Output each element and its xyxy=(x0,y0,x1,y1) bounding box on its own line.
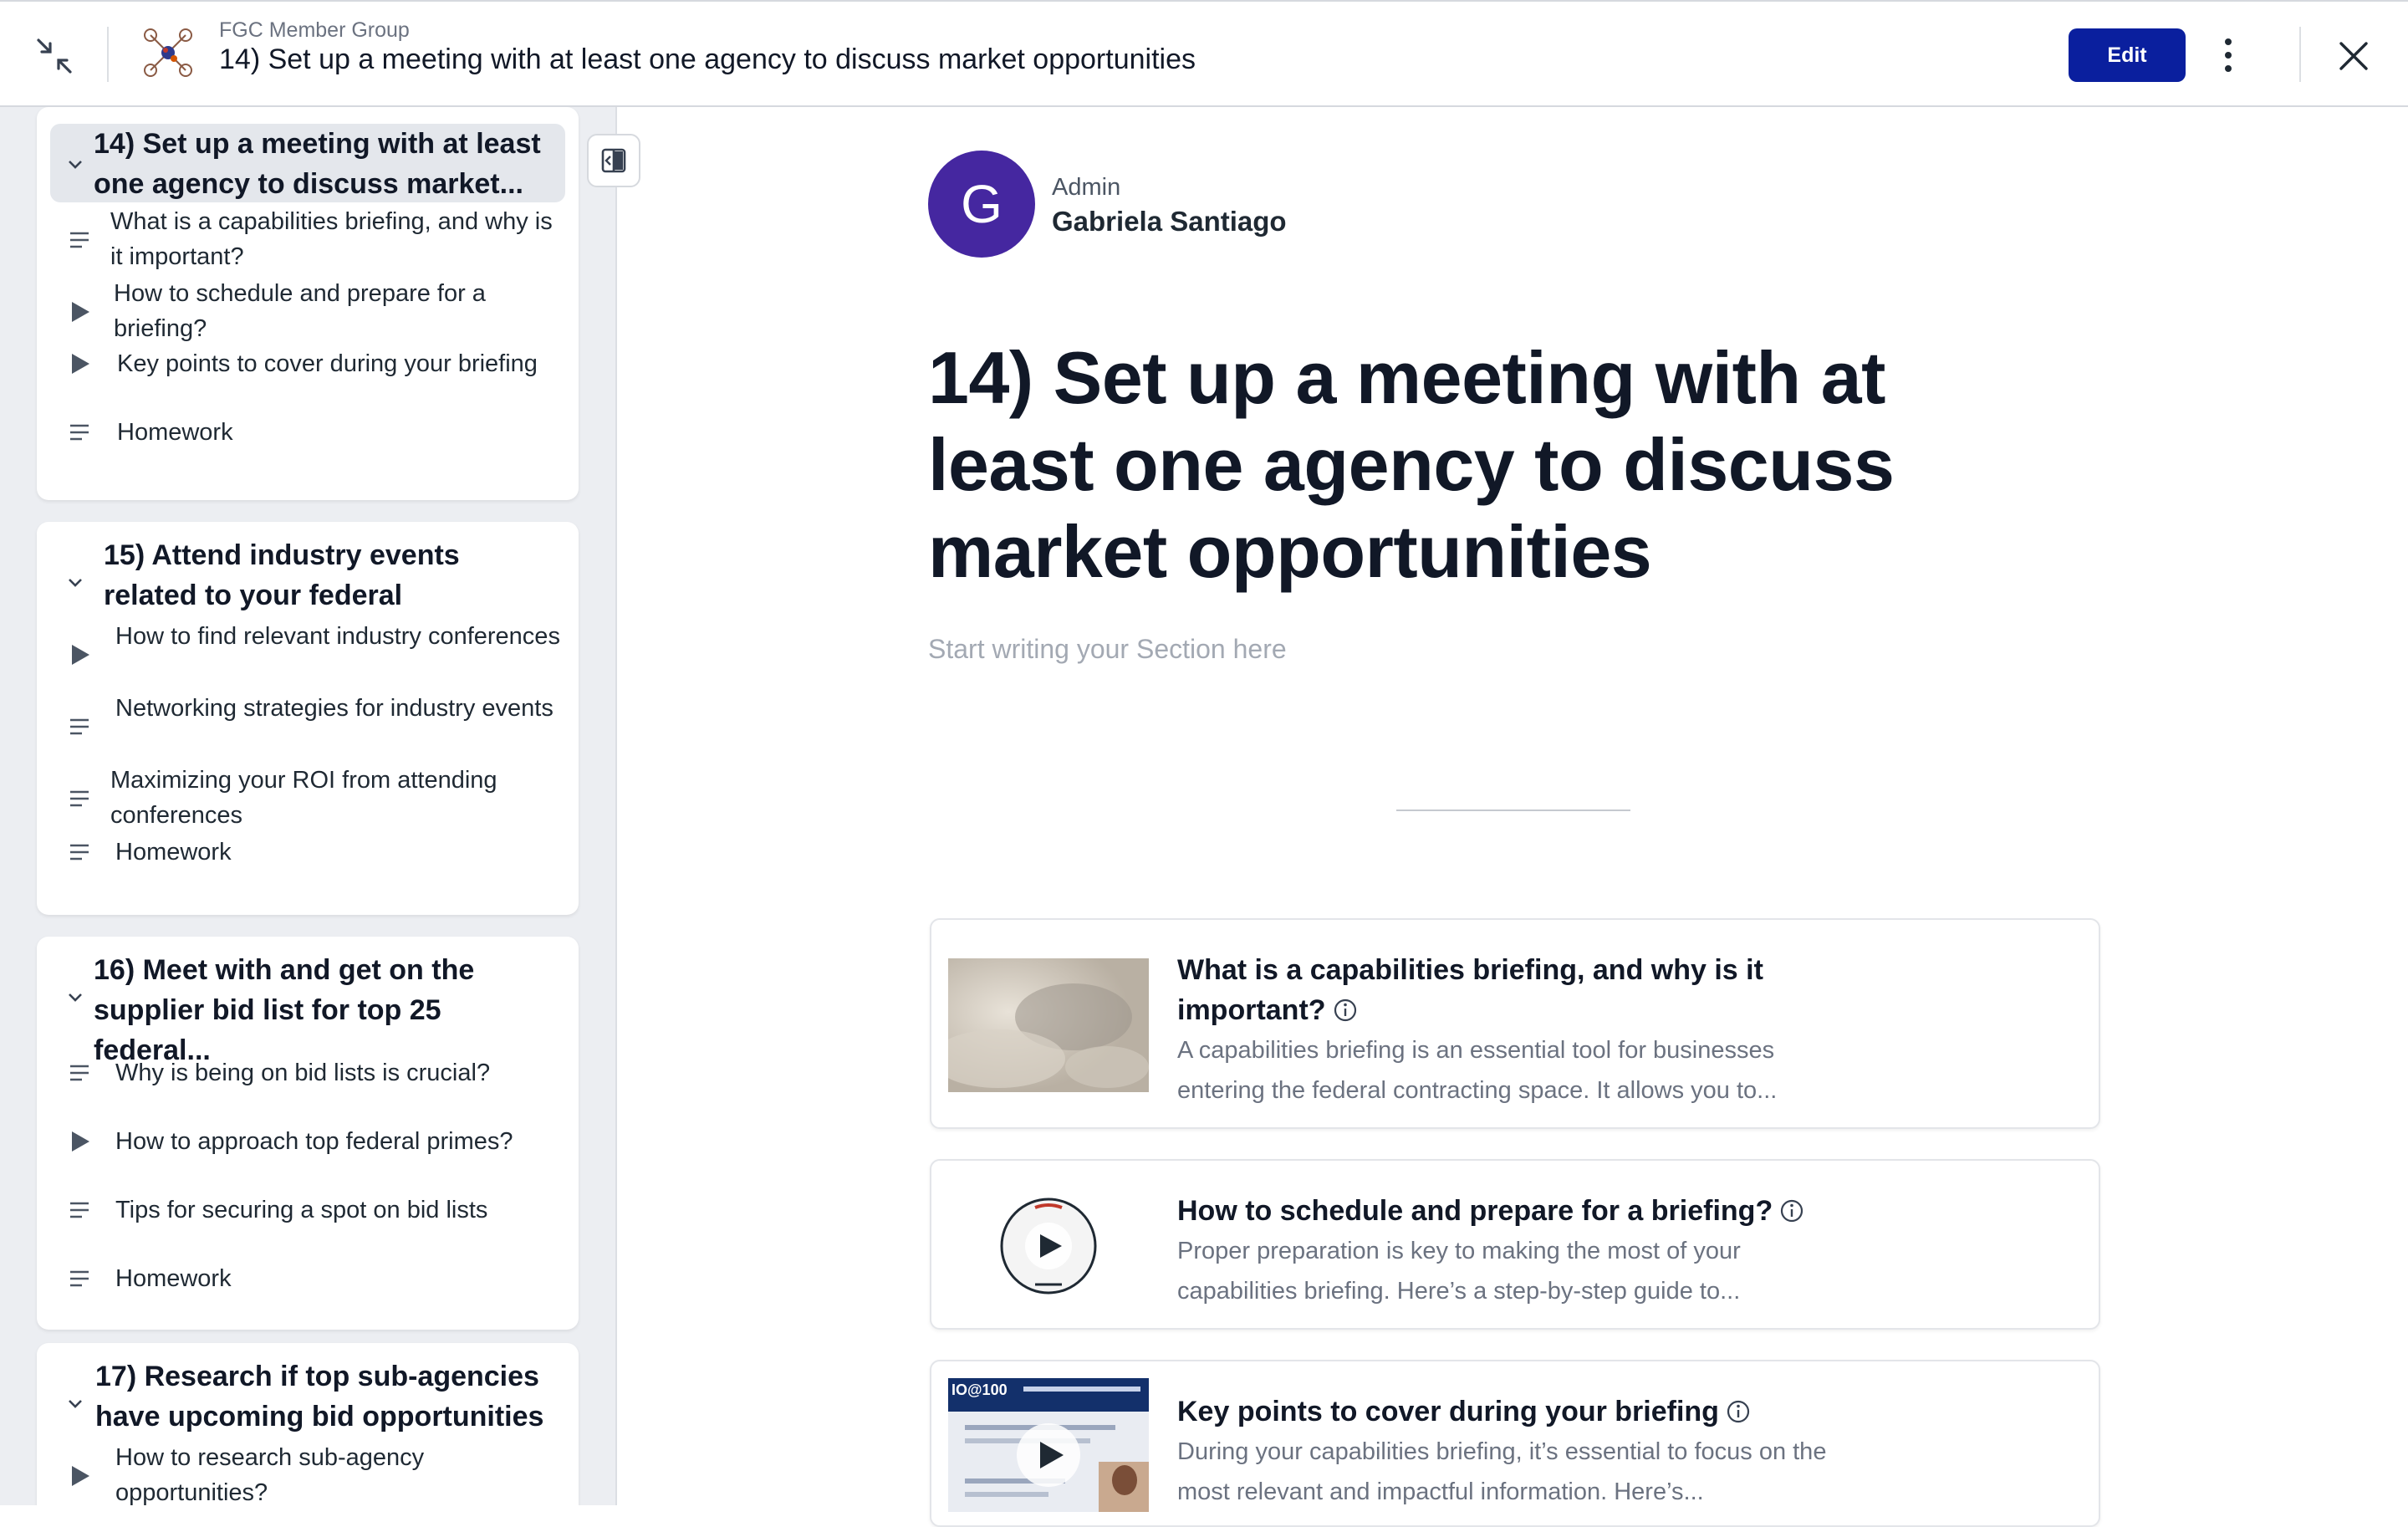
info-icon[interactable] xyxy=(1333,998,1358,1023)
group-name: FGC Member Group xyxy=(219,18,410,42)
content-divider xyxy=(1396,809,1630,811)
edit-button[interactable]: Edit xyxy=(2069,28,2186,82)
text-lines-icon xyxy=(70,1202,89,1218)
play-icon xyxy=(72,1466,89,1486)
sidebar-lesson[interactable]: How to research sub-agency opportunities… xyxy=(67,1440,562,1505)
text-lines-icon xyxy=(70,1065,89,1081)
lesson-card-title-text: How to schedule and prepare for a briefi… xyxy=(1177,1195,1773,1227)
play-icon xyxy=(72,645,89,665)
sidebar-lesson-label: Maximizing your ROI from attending confe… xyxy=(110,767,497,829)
sidebar-lesson-label: Homework xyxy=(115,839,232,866)
lesson-card[interactable]: IO@100 Key points to cover during your b… xyxy=(930,1360,2100,1527)
author-role: Admin xyxy=(1052,174,1121,201)
sidebar-toggle-icon xyxy=(601,148,626,173)
section-card: 17) Research if top sub-agencies have up… xyxy=(37,1343,579,1505)
video-play-thumbnail xyxy=(948,1179,1149,1313)
group-logo xyxy=(144,28,192,77)
sidebar-lesson-label: Homework xyxy=(117,419,233,446)
lesson-card-title: How to schedule and prepare for a briefi… xyxy=(1177,1191,1846,1231)
sidebar-lesson-label: How to research sub-agency opportunities… xyxy=(115,1444,425,1505)
section-body-editor[interactable]: Start writing your Section here xyxy=(928,634,1287,665)
chevron-down-icon[interactable] xyxy=(65,154,85,174)
lesson-card-title: Key points to cover during your briefing xyxy=(1177,1392,1846,1432)
section-card: 15) Attend industry events related to yo… xyxy=(37,522,579,915)
header-divider xyxy=(107,27,109,82)
course-outline-sidebar: 14) Set up a meeting with at least one a… xyxy=(0,107,617,1505)
sidebar-lesson[interactable]: How to find relevant industry conference… xyxy=(67,619,562,689)
lesson-card-description: During your capabilities briefing, it’s … xyxy=(1177,1438,1827,1505)
video-screenshot-thumbnail: IO@100 xyxy=(948,1378,1149,1512)
sidebar-lesson-label: How to approach top federal primes? xyxy=(115,1128,513,1155)
sidebar-lesson-label: Networking strategies for industry event… xyxy=(115,695,554,722)
sidebar-lesson[interactable]: Homework xyxy=(67,835,562,871)
sidebar-lesson[interactable]: Homework xyxy=(67,415,562,452)
text-lines-icon xyxy=(70,232,89,248)
sidebar-lesson-label: What is a capabilities briefing, and why… xyxy=(110,208,553,270)
section-title: 14) Set up a meeting with at least one a… xyxy=(94,128,541,200)
section-title: 15) Attend industry events related to yo… xyxy=(104,539,460,611)
collapse-icon[interactable] xyxy=(33,35,75,77)
more-options-icon[interactable] xyxy=(2216,32,2241,79)
sidebar-lesson[interactable]: Networking strategies for industry event… xyxy=(67,691,562,761)
play-icon xyxy=(72,1131,89,1152)
lesson-card-description: A capabilities briefing is an essential … xyxy=(1177,1037,1778,1104)
play-icon xyxy=(72,354,89,374)
info-icon[interactable] xyxy=(1779,1198,1804,1223)
chevron-down-icon[interactable] xyxy=(65,987,85,1007)
text-lines-icon xyxy=(70,844,89,861)
header-title: 14) Set up a meeting with at least one a… xyxy=(219,43,1196,75)
text-lines-icon xyxy=(70,790,89,807)
lesson-card[interactable]: What is a capabilities briefing, and why… xyxy=(930,918,2100,1129)
sidebar-lesson-label: How to schedule and prepare for a briefi… xyxy=(114,280,486,342)
text-lines-icon xyxy=(70,718,89,735)
info-icon[interactable] xyxy=(1726,1399,1751,1424)
author-avatar: G xyxy=(928,151,1035,258)
lesson-card[interactable]: How to schedule and prepare for a briefi… xyxy=(930,1159,2100,1330)
toggle-sidebar-button[interactable] xyxy=(587,134,640,187)
text-lines-icon xyxy=(70,424,89,441)
section-header-17[interactable]: 17) Research if top sub-agencies have up… xyxy=(50,1356,565,1437)
section-header-14[interactable]: 14) Set up a meeting with at least one a… xyxy=(50,124,565,202)
section-card: 14) Set up a meeting with at least one a… xyxy=(37,107,579,500)
author-name: Gabriela Santiago xyxy=(1052,206,1287,237)
section-main-title: 14) Set up a meeting with at least one a… xyxy=(928,336,1895,593)
chevron-down-icon[interactable] xyxy=(65,1393,85,1413)
sidebar-lesson-label: Homework xyxy=(115,1265,232,1292)
section-header-15[interactable]: 15) Attend industry events related to yo… xyxy=(50,535,565,615)
sidebar-lesson[interactable]: Tips for securing a spot on bid lists xyxy=(67,1192,562,1229)
top-bar: FGC Member Group 14) Set up a meeting wi… xyxy=(0,0,2408,107)
cloud-thumbnail xyxy=(948,958,1149,1092)
play-icon xyxy=(72,302,89,322)
sidebar-lesson-label: How to find relevant industry conference… xyxy=(115,623,560,650)
sidebar-lesson-label: Key points to cover during your briefing xyxy=(117,350,538,377)
section-card: 16) Meet with and get on the supplier bi… xyxy=(37,937,579,1330)
text-lines-icon xyxy=(70,1270,89,1287)
lesson-card-title-text: Key points to cover during your briefing xyxy=(1177,1396,1719,1427)
lesson-card-title: What is a capabilities briefing, and why… xyxy=(1177,950,1846,1030)
chevron-down-icon[interactable] xyxy=(65,572,85,592)
section-title: 16) Meet with and get on the supplier bi… xyxy=(94,954,475,1066)
sidebar-lesson[interactable]: Key points to cover during your briefing xyxy=(67,346,562,383)
play-icon xyxy=(1017,1423,1080,1487)
section-header-16[interactable]: 16) Meet with and get on the supplier bi… xyxy=(50,950,565,1066)
section-title: 17) Research if top sub-agencies have up… xyxy=(95,1361,544,1433)
sidebar-lesson[interactable]: Why is being on bid lists is crucial? xyxy=(67,1055,562,1092)
sidebar-lesson[interactable]: How to approach top federal primes? xyxy=(67,1124,562,1161)
lesson-card-title-text: What is a capabilities briefing, and why… xyxy=(1177,954,1763,1026)
header-divider xyxy=(2299,27,2301,82)
lesson-card-description: Proper preparation is key to making the … xyxy=(1177,1238,1741,1305)
sidebar-lesson[interactable]: What is a capabilities briefing, and why… xyxy=(67,204,562,274)
sidebar-lesson[interactable]: Maximizing your ROI from attending confe… xyxy=(67,763,562,833)
sidebar-lesson[interactable]: How to schedule and prepare for a briefi… xyxy=(67,276,562,346)
sidebar-lesson-label: Tips for securing a spot on bid lists xyxy=(115,1197,488,1223)
thumbnail-banner-text: IO@100 xyxy=(951,1381,1008,1398)
sidebar-lesson-label: Why is being on bid lists is crucial? xyxy=(115,1060,491,1086)
sidebar-lesson[interactable]: Homework xyxy=(67,1261,562,1298)
close-icon[interactable] xyxy=(2333,35,2375,77)
